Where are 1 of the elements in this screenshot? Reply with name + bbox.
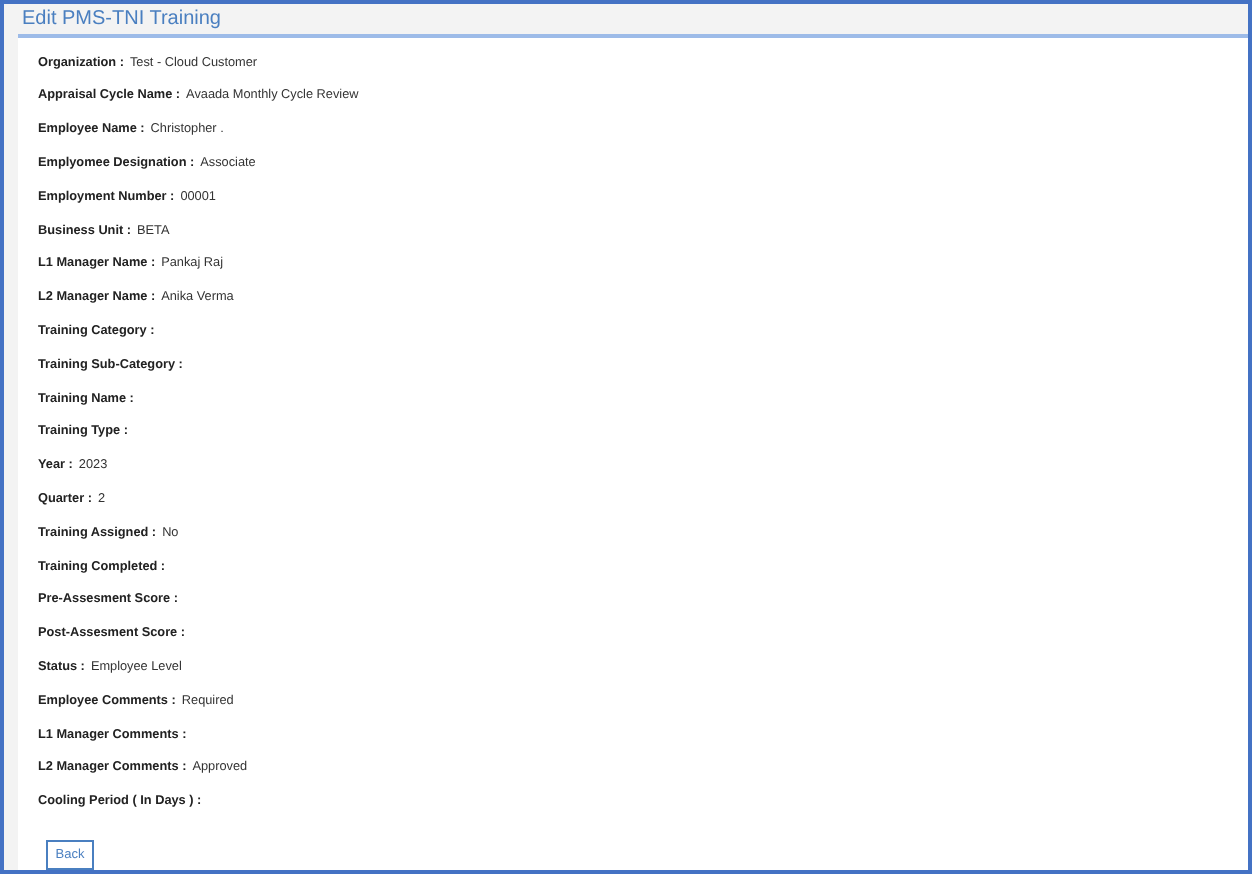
page-title: Edit PMS-TNI Training — [22, 7, 221, 30]
